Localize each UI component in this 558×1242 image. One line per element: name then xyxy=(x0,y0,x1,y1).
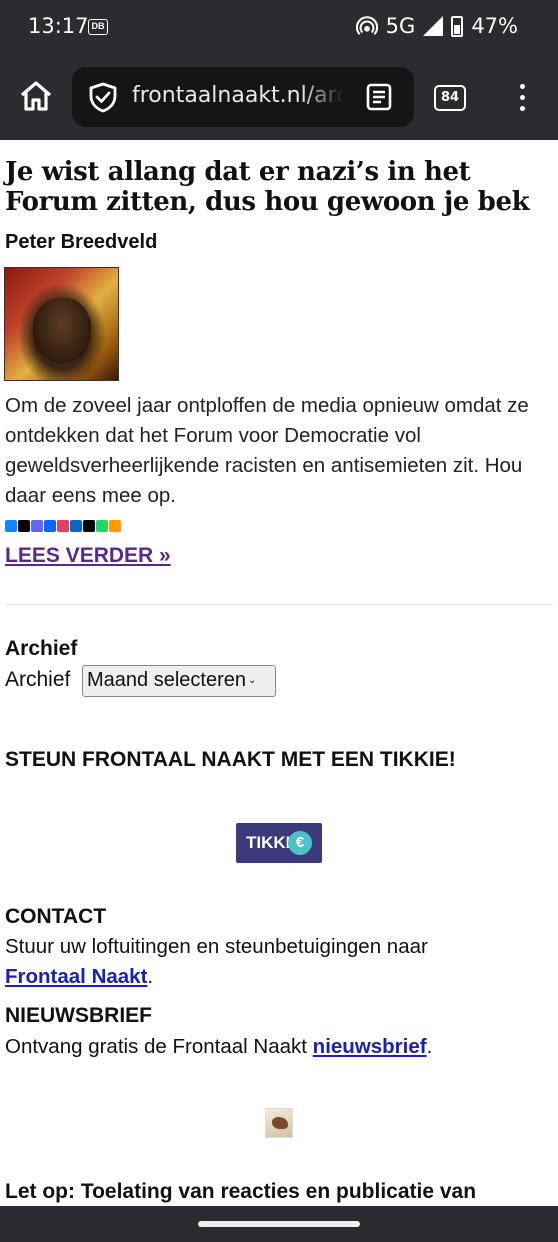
tabs-icon[interactable]: 84 xyxy=(434,85,466,111)
more-menu-icon[interactable] xyxy=(512,84,532,114)
contact-widget-title: CONTACT xyxy=(5,905,107,928)
notice-widget-title: Let op: Toelating van reacties en public… xyxy=(5,1180,477,1203)
newsletter-link[interactable]: nieuwsbrief xyxy=(313,1035,427,1058)
post-excerpt: Om de zoveel jaar ontploffen de media op… xyxy=(5,394,529,507)
address-bar[interactable]: frontaalnaakt.nl/archief xyxy=(72,67,414,127)
browser-toolbar: frontaalnaakt.nl/archief 84 xyxy=(0,56,558,140)
battery-level: 47% xyxy=(471,14,518,38)
gesture-nav-bar xyxy=(0,1206,558,1242)
instagram-icon[interactable] xyxy=(57,520,69,532)
status-bar: 13:17 DB 5G 47% xyxy=(0,0,558,56)
network-type: 5G xyxy=(385,14,416,38)
reader-mode-icon[interactable] xyxy=(366,83,392,111)
divider xyxy=(5,604,553,605)
more-share-icon[interactable] xyxy=(109,520,121,532)
status-icons: 5G 47% xyxy=(355,14,518,38)
horse-rider-image xyxy=(265,1108,293,1138)
archive-widget-title: Archief xyxy=(5,637,78,660)
page-content: Je wist allang dat er nazi’s in het Foru… xyxy=(0,140,558,1206)
clock: 13:17 xyxy=(28,14,89,38)
signal-icon xyxy=(423,16,444,36)
tikkie-logo-button[interactable]: TIKKI € xyxy=(236,823,322,863)
shield-icon[interactable] xyxy=(88,81,118,113)
home-gesture-handle[interactable] xyxy=(198,1221,360,1227)
facebook-icon[interactable] xyxy=(44,520,56,532)
post-thumbnail[interactable] xyxy=(4,267,119,381)
read-more-link[interactable]: LEES VERDER » xyxy=(5,544,171,568)
chevron-down-icon: ⌄ xyxy=(247,675,257,687)
bluesky-icon[interactable] xyxy=(5,520,17,532)
euro-icon: € xyxy=(288,831,312,855)
whatsapp-icon[interactable] xyxy=(96,520,108,532)
threads-icon[interactable] xyxy=(83,520,95,532)
battery-icon xyxy=(451,15,464,37)
tikkie-widget-title: STEUN FRONTAAL NAAKT MET EEN TIKKIE! xyxy=(5,748,456,771)
newsletter-widget-title: NIEUWSBRIEF xyxy=(5,1004,152,1027)
contact-link[interactable]: Frontaal Naakt xyxy=(5,965,147,988)
home-icon[interactable] xyxy=(16,76,56,116)
mastodon-icon[interactable] xyxy=(31,520,43,532)
post-title[interactable]: Je wist allang dat er nazi’s in het Foru… xyxy=(5,157,545,217)
url-text[interactable]: frontaalnaakt.nl/archief xyxy=(132,83,344,108)
contact-text: Stuur uw loftuitingen en steunbetuiginge… xyxy=(5,935,428,958)
archive-month-select[interactable]: Maand selecteren ⌄ xyxy=(82,665,276,697)
hotspot-icon xyxy=(355,16,378,35)
contact-line: Frontaal Naakt. xyxy=(5,965,154,988)
newsletter-line: Ontvang gratis de Frontaal Naakt nieuwsb… xyxy=(5,1035,433,1058)
share-buttons xyxy=(5,520,121,532)
x-icon[interactable] xyxy=(18,520,30,532)
post-author: Peter Breedveld xyxy=(5,231,158,253)
linkedin-icon[interactable] xyxy=(70,520,82,532)
db-badge-icon: DB xyxy=(88,19,108,35)
archive-label: Archief xyxy=(5,668,71,691)
